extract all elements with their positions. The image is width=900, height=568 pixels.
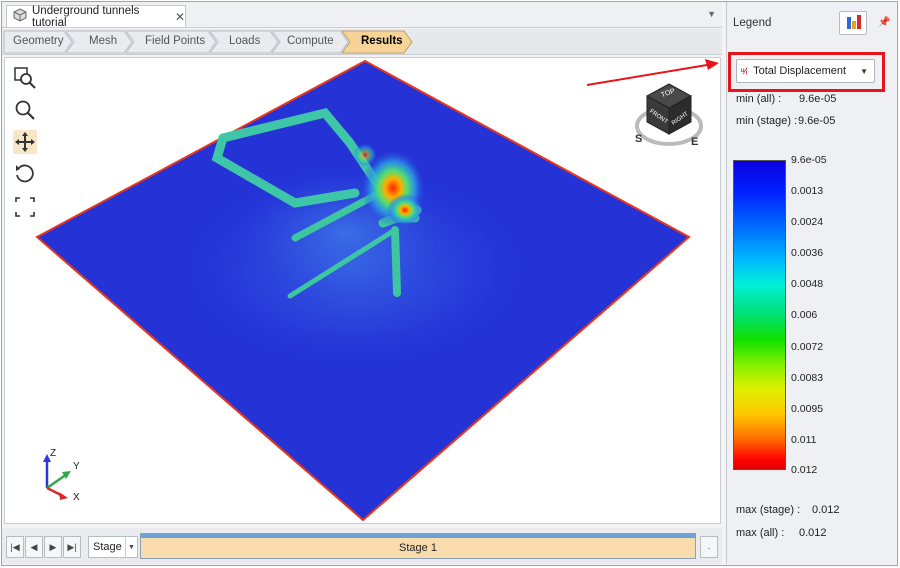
document-tab-title: Underground tunnels tutorial xyxy=(32,4,140,29)
legend-title: Legend xyxy=(733,17,772,29)
tab-geometry[interactable]: Geometry xyxy=(13,35,64,47)
tab-field-points[interactable]: Field Points xyxy=(145,35,205,47)
max-stage-label: max (stage) : xyxy=(736,504,801,516)
stage-1-bar[interactable]: Stage 1 xyxy=(140,533,696,559)
stage-toolbar: |◀ ◀ ▶ ▶| Stage ▼ Stage 1 . xyxy=(2,528,722,564)
tab-list-chevron-down-icon[interactable]: ▼ xyxy=(707,9,716,19)
document-tab-bar: Underground tunnels tutorial ✕ ▼ xyxy=(2,2,722,29)
workflow-tabs: Geometry Mesh Field Points Loads Compute… xyxy=(2,29,722,55)
axis-x-label: X xyxy=(73,492,80,503)
document-tab[interactable]: Underground tunnels tutorial ✕ xyxy=(6,4,186,29)
view-cube[interactable]: TOP FRONT RIGHT S E xyxy=(631,78,707,154)
stage-progress-strip xyxy=(141,534,695,538)
stage-more-button[interactable]: . xyxy=(700,536,718,558)
stage-mode-select[interactable]: Stage ▼ xyxy=(88,536,138,558)
tab-results[interactable]: Results xyxy=(361,35,403,47)
chevron-down-icon: ▼ xyxy=(125,537,137,557)
legend-tick: 0.006 xyxy=(791,309,818,321)
displacement-icon: ᵘ⁄ᵢ xyxy=(741,66,748,76)
legend-settings-icon-bar xyxy=(857,15,861,29)
color-ramp xyxy=(733,160,786,470)
axis-y-label: Y xyxy=(73,461,80,472)
first-stage-button[interactable]: |◀ xyxy=(6,536,24,558)
last-stage-button[interactable]: ▶| xyxy=(63,536,81,558)
legend-tick: 9.6e-05 xyxy=(791,154,827,166)
stage-select-label: Stage xyxy=(93,541,122,553)
zoom-icon[interactable] xyxy=(13,98,37,122)
max-all-value: 0.012 xyxy=(799,527,827,539)
chevron-down-icon: ▼ xyxy=(860,66,868,76)
legend-tick: 0.011 xyxy=(791,434,817,446)
stage-bar-label: Stage 1 xyxy=(399,542,437,554)
legend-tick: 0.0048 xyxy=(791,278,824,290)
legend-tick: 0.0024 xyxy=(791,216,824,228)
min-all-label: min (all) : xyxy=(736,93,782,105)
legend-settings-button[interactable] xyxy=(839,11,867,35)
pan-icon[interactable] xyxy=(13,130,37,154)
3d-viewport[interactable]: TOP FRONT RIGHT S E Z Y X xyxy=(4,57,721,524)
legend-tick: 0.012 xyxy=(791,464,818,476)
legend-tick: 0.0036 xyxy=(791,247,824,259)
legend-tick: 0.0072 xyxy=(791,341,824,353)
result-type-select[interactable]: ᵘ⁄ᵢ Total Displacement ▼ xyxy=(736,59,875,83)
model-icon xyxy=(13,8,27,25)
zoom-extents-icon[interactable] xyxy=(13,195,37,219)
tab-mesh[interactable]: Mesh xyxy=(89,35,117,47)
min-all-value: 9.6e-05 xyxy=(799,93,837,105)
min-stage-label: min (stage) : xyxy=(736,115,798,127)
min-stage-value: 9.6e-05 xyxy=(798,115,836,127)
legend-tick: 0.0083 xyxy=(791,372,824,384)
legend-settings-icon xyxy=(847,17,851,29)
max-stage-value: 0.012 xyxy=(812,504,840,516)
tab-compute[interactable]: Compute xyxy=(287,35,334,47)
compass-east-label: E xyxy=(691,136,699,148)
result-type-value: Total Displacement xyxy=(753,65,847,77)
previous-stage-button[interactable]: ◀ xyxy=(25,536,43,558)
tab-loads[interactable]: Loads xyxy=(229,35,260,47)
legend-tick: 0.0013 xyxy=(791,185,824,197)
pin-icon[interactable]: 📌 xyxy=(878,17,890,28)
zoom-window-icon[interactable] xyxy=(13,66,37,90)
legend-settings-icon-bar xyxy=(852,21,856,29)
axis-triad: Z Y X xyxy=(35,448,95,508)
rotate-icon[interactable] xyxy=(13,162,37,186)
compass-south-label: S xyxy=(635,133,643,145)
max-all-label: max (all) : xyxy=(736,527,785,539)
close-icon[interactable]: ✕ xyxy=(175,10,185,24)
model-render xyxy=(35,59,691,522)
next-stage-button[interactable]: ▶ xyxy=(44,536,62,558)
legend-tick: 0.0095 xyxy=(791,403,824,415)
axis-z-label: Z xyxy=(50,448,57,459)
